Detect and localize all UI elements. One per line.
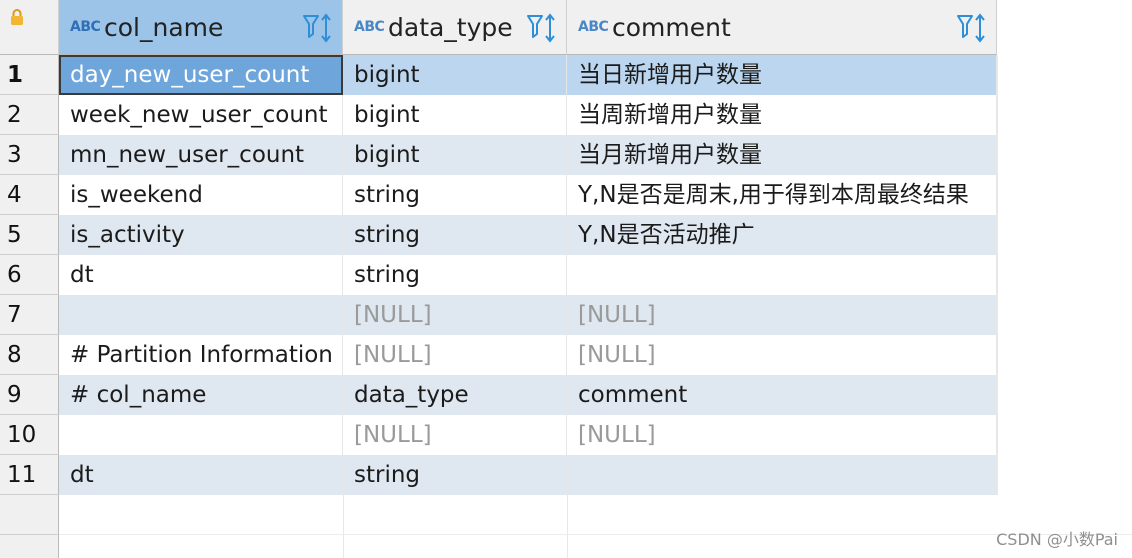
watermark: CSDN @小数Pai bbox=[996, 530, 1118, 549]
cell-col-name[interactable]: is_activity bbox=[59, 215, 343, 255]
table-row[interactable]: [NULL] [NULL] bbox=[59, 415, 997, 455]
table-row[interactable]: is_weekend string Y,N是否是周末,用于得到本周最终结果 bbox=[59, 175, 997, 215]
cell-data-type[interactable]: string bbox=[343, 255, 567, 295]
table-row[interactable]: # Partition Information [NULL] [NULL] bbox=[59, 335, 997, 375]
row-number[interactable]: 3 bbox=[0, 135, 59, 175]
cell-data-type[interactable]: string bbox=[343, 215, 567, 255]
row-number[interactable]: 11 bbox=[0, 455, 59, 495]
cell-col-name[interactable]: is_weekend bbox=[59, 175, 343, 215]
cell-comment[interactable]: [NULL] bbox=[567, 295, 997, 335]
cell-comment[interactable]: 当日新增用户数量 bbox=[567, 55, 997, 95]
cell-comment[interactable]: comment bbox=[567, 375, 997, 415]
table-row[interactable]: week_new_user_count bigint 当周新增用户数量 bbox=[59, 95, 997, 135]
cell-data-type[interactable]: [NULL] bbox=[343, 415, 567, 455]
cell-comment[interactable]: Y,N是否活动推广 bbox=[567, 215, 997, 255]
cell-data-type[interactable]: string bbox=[343, 175, 567, 215]
cell-col-name[interactable]: dt bbox=[59, 455, 343, 495]
column-header-comment[interactable]: ABC comment bbox=[567, 0, 997, 55]
row-number[interactable]: 6 bbox=[0, 255, 59, 295]
table-row[interactable]: # col_name data_type comment bbox=[59, 375, 997, 415]
row-number[interactable]: 8 bbox=[0, 335, 59, 375]
cell-col-name[interactable]: mn_new_user_count bbox=[59, 135, 343, 175]
column-header-data-type[interactable]: ABC data_type bbox=[343, 0, 567, 55]
row-number-empty bbox=[0, 495, 59, 535]
row-number-empty bbox=[0, 535, 59, 558]
row-number[interactable]: 5 bbox=[0, 215, 59, 255]
cell-comment[interactable]: [NULL] bbox=[567, 415, 997, 455]
cell-comment[interactable]: [NULL] bbox=[567, 335, 997, 375]
filter-sort-icon[interactable] bbox=[956, 12, 988, 44]
header-filler bbox=[997, 0, 1132, 55]
filter-sort-icon[interactable] bbox=[302, 12, 334, 44]
table-row[interactable]: mn_new_user_count bigint 当月新增用户数量 bbox=[59, 135, 997, 175]
grid-line bbox=[567, 495, 568, 558]
cell-data-type[interactable]: [NULL] bbox=[343, 295, 567, 335]
cell-col-name[interactable] bbox=[59, 295, 343, 335]
cell-comment[interactable] bbox=[567, 455, 997, 495]
cell-data-type[interactable]: bigint bbox=[343, 135, 567, 175]
table-row[interactable]: dt string bbox=[59, 455, 997, 495]
table-row[interactable]: is_activity string Y,N是否活动推广 bbox=[59, 215, 997, 255]
cell-col-name[interactable] bbox=[59, 415, 343, 455]
cell-data-type[interactable]: [NULL] bbox=[343, 335, 567, 375]
cell-data-type[interactable]: bigint bbox=[343, 95, 567, 135]
lock-icon bbox=[11, 9, 23, 25]
table-row[interactable]: dt string bbox=[59, 255, 997, 295]
cell-comment[interactable] bbox=[567, 255, 997, 295]
cell-col-name[interactable]: # col_name bbox=[59, 375, 343, 415]
cell-col-name[interactable]: dt bbox=[59, 255, 343, 295]
column-header-label: col_name bbox=[104, 12, 224, 42]
result-grid[interactable]: ABC col_name ABC data_type ABC comment 1… bbox=[0, 0, 1132, 558]
cell-col-name[interactable]: # Partition Information bbox=[59, 335, 343, 375]
string-type-badge: ABC bbox=[578, 19, 609, 35]
row-number[interactable]: 4 bbox=[0, 175, 59, 215]
string-type-badge: ABC bbox=[354, 19, 385, 35]
grid-line bbox=[343, 495, 344, 558]
row-number[interactable]: 1 bbox=[0, 55, 59, 95]
cell-data-type[interactable]: data_type bbox=[343, 375, 567, 415]
grid-corner[interactable] bbox=[0, 0, 59, 55]
cell-data-type[interactable]: string bbox=[343, 455, 567, 495]
grid-line bbox=[59, 534, 1132, 535]
row-number[interactable]: 2 bbox=[0, 95, 59, 135]
row-number[interactable]: 7 bbox=[0, 295, 59, 335]
string-type-badge: ABC bbox=[70, 19, 101, 35]
table-row[interactable]: [NULL] [NULL] bbox=[59, 295, 997, 335]
filter-sort-icon[interactable] bbox=[526, 12, 558, 44]
cell-comment[interactable]: 当周新增用户数量 bbox=[567, 95, 997, 135]
cell-col-name[interactable]: day_new_user_count bbox=[59, 55, 343, 95]
column-header-col-name[interactable]: ABC col_name bbox=[59, 0, 343, 55]
column-header-label: data_type bbox=[388, 12, 513, 42]
row-number[interactable]: 10 bbox=[0, 415, 59, 455]
table-row[interactable]: day_new_user_count bigint 当日新增用户数量 bbox=[59, 55, 997, 95]
row-number[interactable]: 9 bbox=[0, 375, 59, 415]
grid-line bbox=[997, 55, 998, 495]
cell-comment[interactable]: 当月新增用户数量 bbox=[567, 135, 997, 175]
column-header-label: comment bbox=[612, 12, 731, 42]
cell-comment[interactable]: Y,N是否是周末,用于得到本周最终结果 bbox=[567, 175, 997, 215]
cell-col-name[interactable]: week_new_user_count bbox=[59, 95, 343, 135]
cell-data-type[interactable]: bigint bbox=[343, 55, 567, 95]
